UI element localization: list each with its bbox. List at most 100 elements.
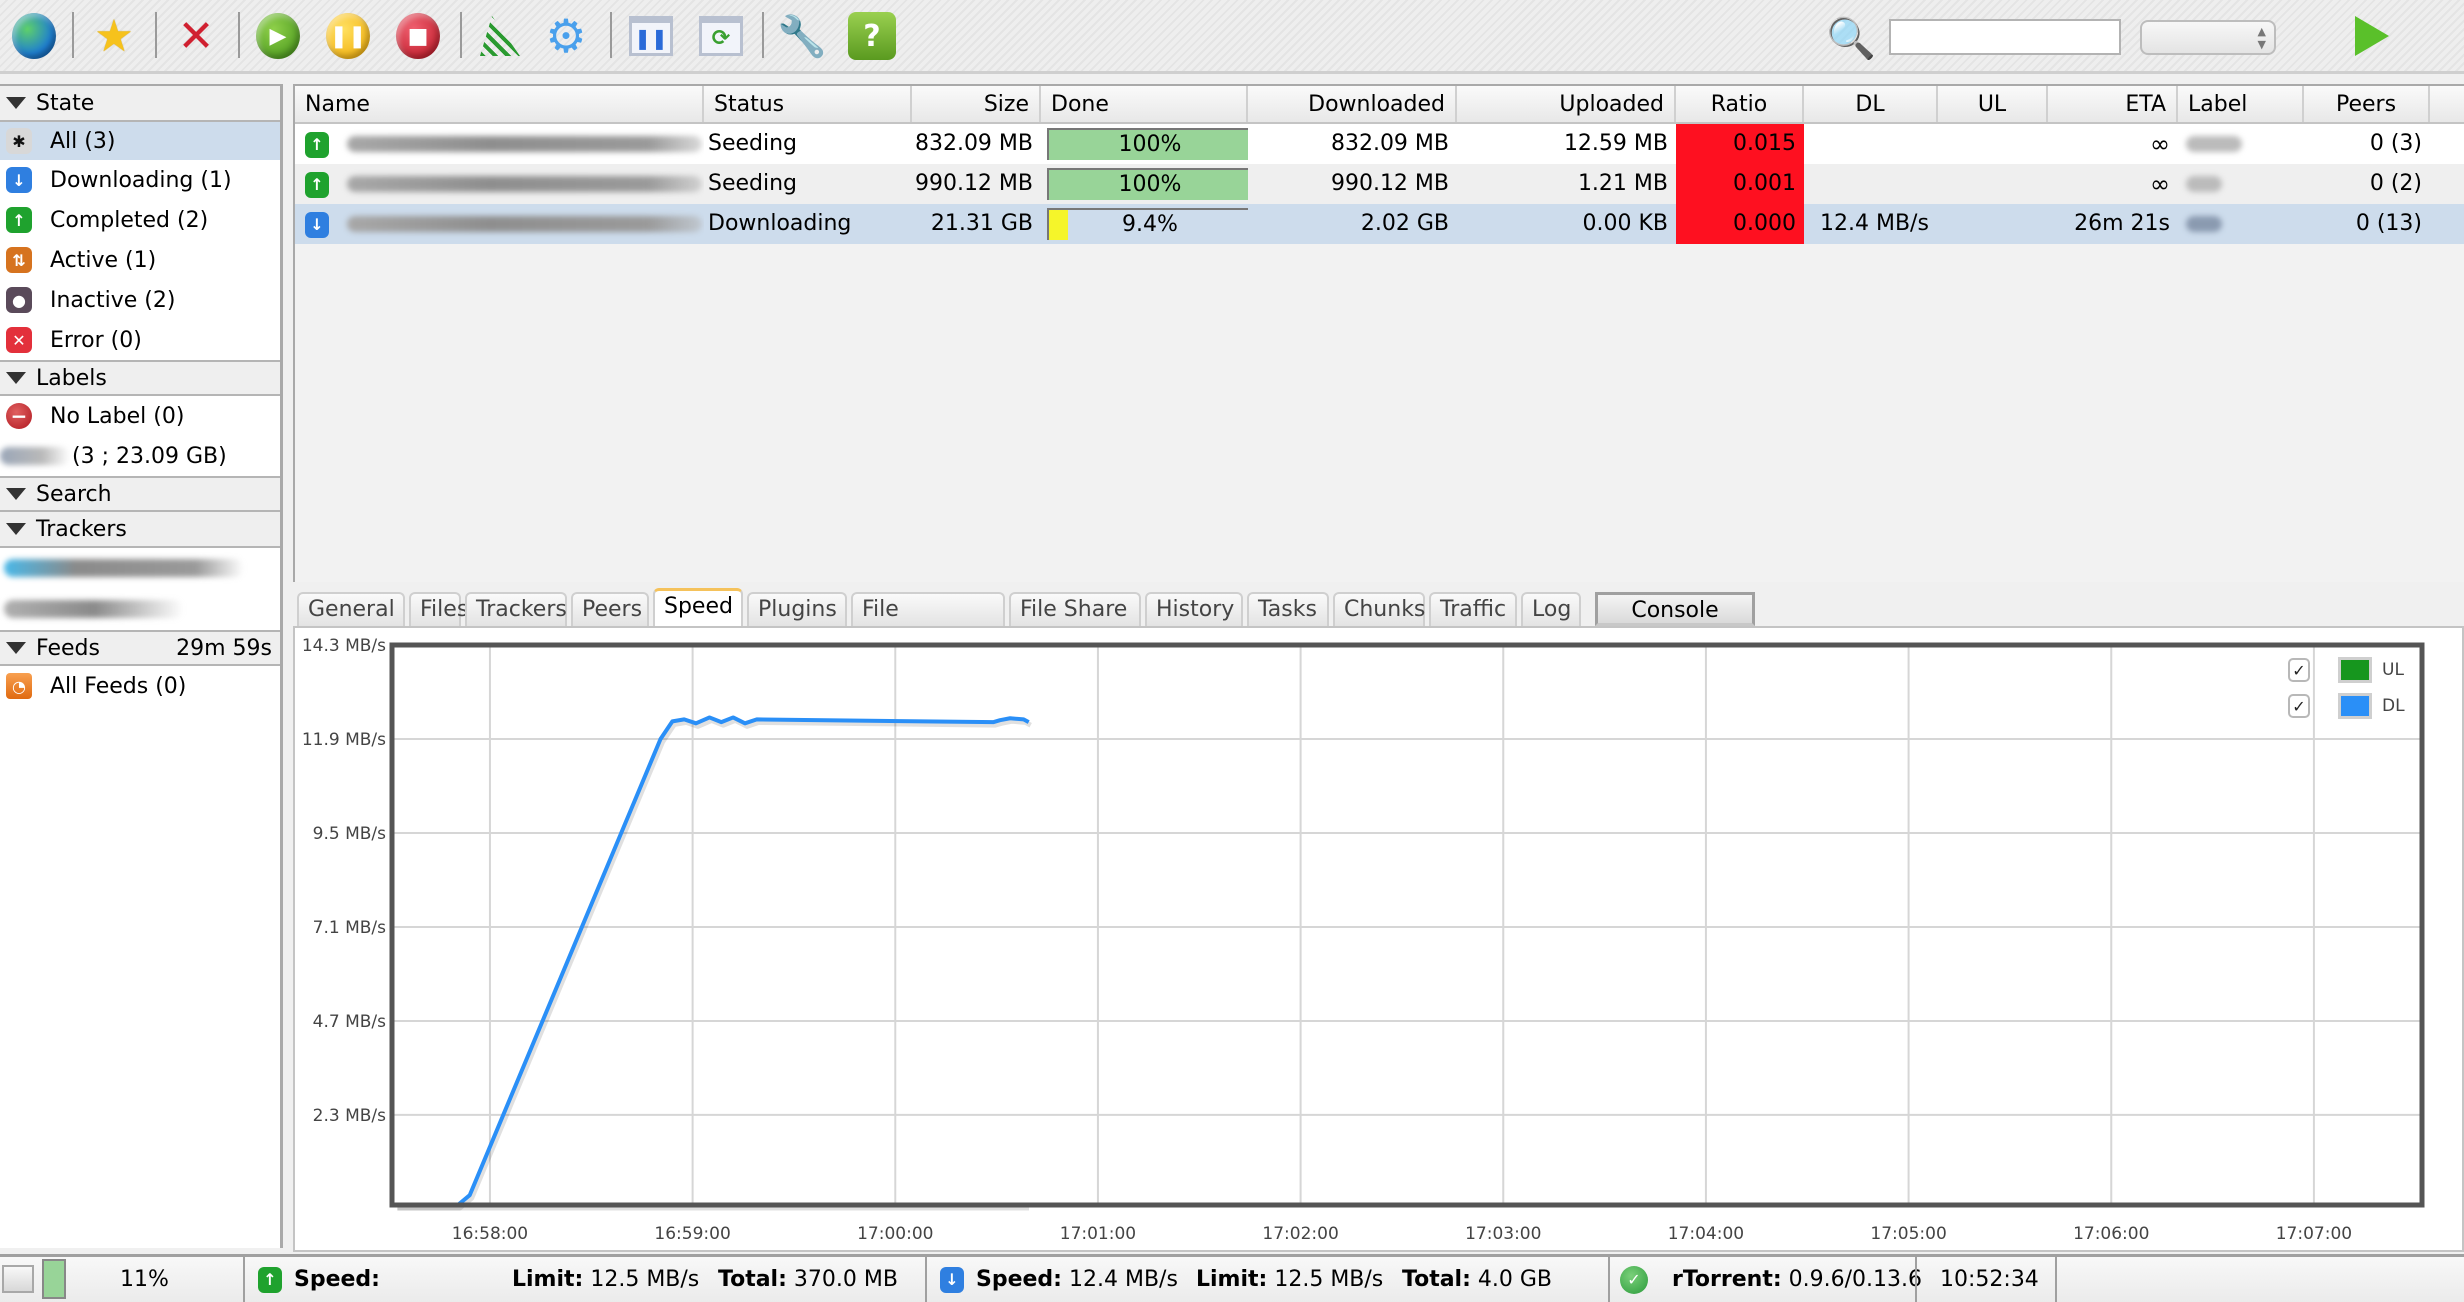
settings-button[interactable]: ⚙ xyxy=(540,9,592,63)
disk-usage-bar xyxy=(42,1259,66,1299)
cell-size: 21.31 GB xyxy=(930,211,1033,236)
legend-swatch xyxy=(2338,693,2372,719)
legend-checkbox-ul[interactable]: ✓ xyxy=(2288,658,2310,682)
rss-button[interactable] xyxy=(474,10,526,62)
column-header-name[interactable]: Name xyxy=(295,86,704,122)
column-header-eta[interactable]: ETA xyxy=(2048,86,2178,122)
upload-total-label: Total: xyxy=(718,1267,787,1292)
table-row[interactable]: ↑ Seeding 990.12 MB 100% 990.12 MB 1.21 MB 0.0… xyxy=(295,164,2464,204)
cell-dl xyxy=(1804,164,1938,204)
sidebar-item-all-feeds[interactable]: ◔ All Feeds (0) xyxy=(0,666,280,706)
sidebar-item-no-label[interactable]: − No Label (0) xyxy=(0,396,280,436)
redacted-tracker-name xyxy=(4,559,244,577)
feeds-timer: 29m 59s xyxy=(176,635,272,661)
sidebar-item-active[interactable]: ⇅ Active (1) xyxy=(0,240,280,280)
column-header-ratio[interactable]: Ratio xyxy=(1676,86,1804,122)
legend-checkbox-dl[interactable]: ✓ xyxy=(2288,694,2310,718)
sidebar-item-label: Completed (2) xyxy=(50,207,209,233)
star-icon: ★ xyxy=(94,10,134,62)
tab-chunks[interactable]: Chunks xyxy=(1333,592,1425,626)
favorites-button[interactable]: ★ xyxy=(88,10,140,62)
column-header-label[interactable]: Label xyxy=(2178,86,2304,122)
tab-tasks[interactable]: Tasks xyxy=(1247,592,1329,626)
column-header-uploaded[interactable]: Uploaded xyxy=(1457,86,1676,122)
cell-dl xyxy=(1804,124,1938,164)
sidebar-item-inactive[interactable]: ● Inactive (2) xyxy=(0,280,280,320)
collapse-triangle-icon xyxy=(6,372,26,384)
column-header-dl[interactable]: DL xyxy=(1804,86,1938,122)
state-section-header[interactable]: State xyxy=(0,86,280,122)
sidebar-item-tracker[interactable] xyxy=(0,548,280,588)
tab-files[interactable]: Files xyxy=(409,592,468,626)
sidebar-item-downloading[interactable]: ↓ Downloading (1) xyxy=(0,160,280,200)
pause-all-button[interactable]: ❚❚ xyxy=(625,10,677,62)
search-engine-select[interactable]: ▲ ▼ xyxy=(2140,20,2276,55)
search-button[interactable]: 🔍 xyxy=(1825,12,1877,64)
feeds-section-header[interactable]: Feeds 29m 59s xyxy=(0,630,280,666)
start-button[interactable]: ▶ xyxy=(252,10,304,62)
tab-history[interactable]: History xyxy=(1145,592,1243,626)
cell-name: ↑ xyxy=(295,164,704,204)
sidebar-item-label-custom[interactable]: (3 ; 23.09 GB) xyxy=(0,436,280,476)
sidebar-item-error[interactable]: ✕ Error (0) xyxy=(0,320,280,360)
sidebar-item-completed[interactable]: ↑ Completed (2) xyxy=(0,200,280,240)
active-icon: ⇅ xyxy=(6,247,32,273)
cell-downloaded: 832.09 MB xyxy=(1330,131,1449,156)
column-header-done[interactable]: Done xyxy=(1041,86,1248,122)
trackers-section-header[interactable]: Trackers xyxy=(0,512,280,548)
rss-feed-icon: ◔ xyxy=(6,673,32,699)
tab-plugins[interactable]: Plugins xyxy=(747,592,847,626)
refresh-all-button[interactable]: ⟳ xyxy=(695,10,747,62)
tab-trackers[interactable]: Trackers xyxy=(465,592,567,626)
column-header-size[interactable]: Size xyxy=(912,86,1041,122)
tab-general[interactable]: General xyxy=(297,592,405,626)
upload-total-value: 370.0 MB xyxy=(793,1267,898,1292)
upload-icon: ↑ xyxy=(258,1267,282,1293)
x-tick-label: 16:58:00 xyxy=(452,1224,528,1244)
column-header-peers[interactable]: Peers xyxy=(2304,86,2430,122)
tab-file-share[interactable]: File Share xyxy=(1009,592,1141,626)
search-input[interactable] xyxy=(1889,19,2121,55)
status-divider xyxy=(1608,1257,1610,1302)
column-header-status[interactable]: Status xyxy=(704,86,912,122)
tab-file-manager[interactable]: File Manager xyxy=(851,592,1005,654)
redacted-label xyxy=(2186,136,2242,152)
tab-log[interactable]: Log xyxy=(1521,592,1581,626)
cell-dl: 12.4 MB/s xyxy=(1820,211,1929,236)
disk-percent: 11% xyxy=(120,1267,169,1292)
globe-icon xyxy=(12,13,56,59)
globe-button[interactable] xyxy=(8,10,60,62)
pause-button[interactable]: ❚❚ xyxy=(322,10,374,62)
sidebar-item-all[interactable]: ✱ All (3) xyxy=(0,122,280,160)
cell-label xyxy=(2178,124,2304,164)
labels-section-header[interactable]: Labels xyxy=(0,360,280,396)
cell-downloaded: 2.02 GB xyxy=(1360,211,1449,236)
table-row[interactable]: ↑ Seeding 832.09 MB 100% 832.09 MB 12.59 MB 0.… xyxy=(295,124,2464,164)
x-tick-label: 17:04:00 xyxy=(1668,1224,1744,1244)
download-limit[interactable]: Limit: 12.5 MB/s xyxy=(1196,1257,1383,1302)
stop-button[interactable]: ■ xyxy=(392,10,444,62)
tab-traffic[interactable]: Traffic xyxy=(1429,592,1517,626)
no-label-icon: − xyxy=(6,403,32,429)
sidebar-item-tracker[interactable] xyxy=(0,588,280,630)
cell-status: Downloading xyxy=(708,211,852,236)
toolbar-divider xyxy=(155,12,157,58)
status-divider xyxy=(2055,1257,2057,1302)
tab-console[interactable]: Console xyxy=(1595,592,1755,626)
download-icon: ↓ xyxy=(940,1267,964,1293)
pause-icon: ❚❚ xyxy=(326,13,370,59)
upload-limit[interactable]: Limit: 12.5 MB/s xyxy=(512,1257,699,1302)
search-section-header[interactable]: Search xyxy=(0,476,280,512)
tab-peers[interactable]: Peers xyxy=(571,592,649,626)
help-button[interactable]: ? xyxy=(846,10,898,62)
rss-icon xyxy=(480,16,520,56)
remove-button[interactable]: ✕ xyxy=(170,10,222,62)
tab-speed[interactable]: Speed xyxy=(653,588,743,628)
table-row[interactable]: ↓ Downloading 21.31 GB 9.4% 2.02 GB 0.00 KB 0.… xyxy=(295,204,2464,244)
x-tick-label: 17:03:00 xyxy=(1465,1224,1541,1244)
column-header-downloaded[interactable]: Downloaded xyxy=(1248,86,1457,122)
download-speed-label: Speed: xyxy=(976,1267,1062,1292)
tools-button[interactable]: 🔧 xyxy=(776,10,828,62)
column-header-ul[interactable]: UL xyxy=(1938,86,2048,122)
go-button[interactable] xyxy=(2346,10,2398,62)
